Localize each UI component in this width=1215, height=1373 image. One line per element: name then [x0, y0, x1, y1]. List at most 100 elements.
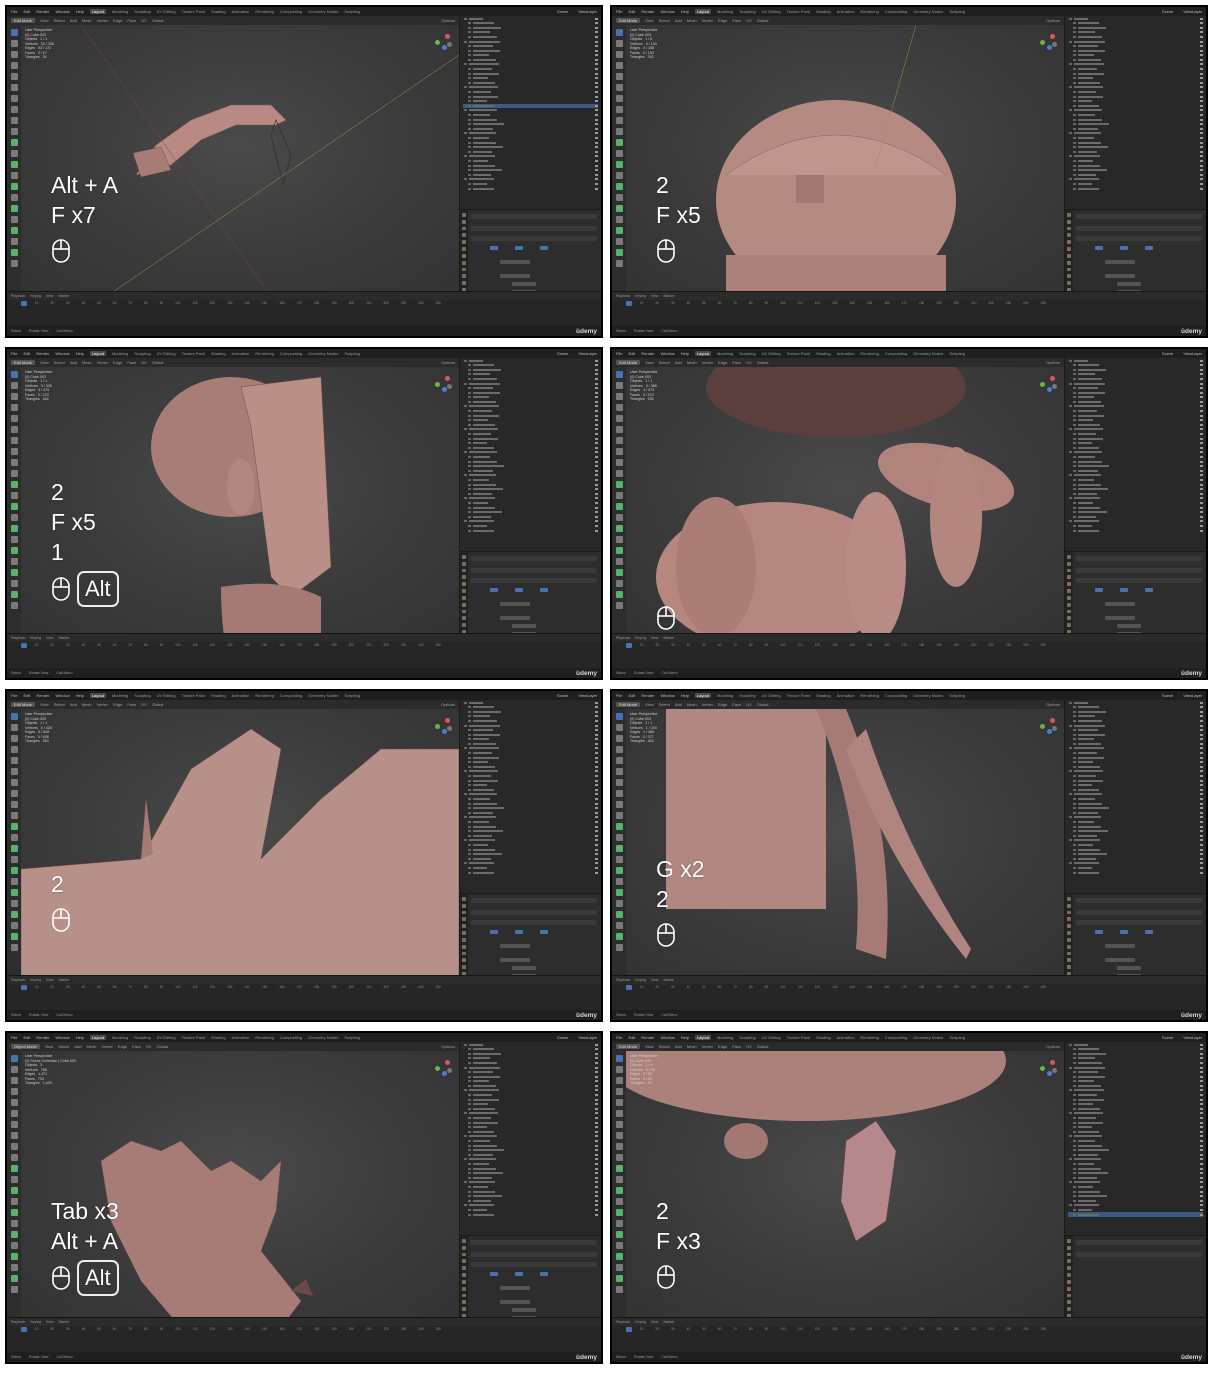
outliner-row[interactable] [1068, 1153, 1203, 1157]
header-menu-item[interactable]: Add [70, 360, 77, 365]
workspace-tab[interactable]: Modeling [112, 1035, 128, 1040]
outliner-twisty[interactable] [1073, 501, 1076, 504]
outliner-row[interactable] [1068, 1203, 1203, 1207]
timeline-ruler[interactable]: 0102030405060708090100110120130140150160… [626, 301, 1046, 306]
outliner-twisty[interactable] [1073, 118, 1076, 121]
outliner-twisty[interactable] [1073, 1144, 1076, 1147]
visibility-icon[interactable] [595, 423, 598, 426]
tool-icon[interactable] [615, 426, 623, 433]
outliner-twisty[interactable] [1073, 72, 1076, 75]
outliner-row[interactable] [463, 870, 598, 874]
header-menu-item[interactable]: Mesh [687, 1044, 697, 1049]
tool-icon[interactable] [10, 1220, 18, 1227]
workspace-tab[interactable]: Sculpting [134, 1035, 150, 1040]
timeline-menu-item[interactable]: Playback [616, 978, 630, 982]
workspace-tab[interactable]: Sculpting [739, 693, 755, 698]
outliner-twisty[interactable] [1069, 1043, 1072, 1046]
visibility-icon[interactable] [1200, 396, 1203, 399]
outliner-row[interactable] [1068, 58, 1203, 62]
outliner-twisty[interactable] [1069, 63, 1072, 66]
outliner-twisty[interactable] [468, 364, 471, 367]
outliner-twisty[interactable] [468, 465, 471, 468]
visibility-icon[interactable] [1200, 442, 1203, 445]
header-menu-item[interactable]: Vertex [101, 1044, 112, 1049]
tool-icon[interactable] [10, 779, 18, 786]
menu-item[interactable]: Edit [628, 9, 635, 14]
outliner-twisty[interactable] [468, 719, 471, 722]
outliner-twisty[interactable] [468, 820, 471, 823]
outliner-twisty[interactable] [468, 81, 471, 84]
outliner-row[interactable] [463, 710, 598, 714]
visibility-icon[interactable] [595, 91, 598, 94]
visibility-icon[interactable] [595, 373, 598, 376]
workspace-tab[interactable]: Modeling [112, 351, 128, 356]
header-menu-item[interactable]: View [40, 702, 49, 707]
outliner-twisty[interactable] [468, 377, 471, 380]
properties-tab-icon[interactable] [462, 240, 466, 245]
visibility-icon[interactable] [595, 1213, 598, 1216]
properties-tab-icon[interactable] [1067, 575, 1071, 580]
visibility-icon[interactable] [1200, 784, 1203, 787]
visibility-icon[interactable] [595, 446, 598, 449]
properties-tab-icon[interactable] [462, 1300, 466, 1305]
outliner-row[interactable] [1068, 427, 1203, 431]
playhead[interactable] [626, 1327, 632, 1332]
tool-icon[interactable] [10, 1198, 18, 1205]
workspace-tab[interactable]: Sculpting [739, 9, 755, 14]
modifier-field[interactable] [515, 930, 523, 934]
tool-icon[interactable] [10, 911, 18, 918]
visibility-icon[interactable] [595, 520, 598, 523]
outliner-row[interactable] [463, 35, 598, 39]
workspace-tab[interactable]: Geometry Nodes [308, 9, 338, 14]
visibility-icon[interactable] [1200, 40, 1203, 43]
visibility-icon[interactable] [1200, 1162, 1203, 1165]
timeline-menu-item[interactable]: View [651, 978, 659, 982]
tool-icon[interactable] [10, 249, 18, 256]
outliner-twisty[interactable] [464, 1158, 467, 1161]
outliner-row[interactable] [463, 409, 598, 413]
outliner-twisty[interactable] [1073, 100, 1076, 103]
mode-selector[interactable]: Edit Mode [11, 702, 36, 707]
outliner-twisty[interactable] [1069, 109, 1072, 112]
outliner-row[interactable] [463, 58, 598, 62]
options-menu[interactable]: Options [441, 18, 455, 23]
outliner-twisty[interactable] [468, 1117, 471, 1120]
outliner-twisty[interactable] [468, 387, 471, 390]
outliner-row[interactable] [463, 391, 598, 395]
visibility-icon[interactable] [595, 747, 598, 750]
outliner-twisty[interactable] [468, 1172, 471, 1175]
transform-orientation[interactable]: Global [757, 702, 769, 707]
outliner-row[interactable] [1068, 460, 1203, 464]
header-menu-item[interactable]: Vertex [97, 18, 108, 23]
workspace-tab[interactable]: Compositing [280, 9, 302, 14]
visibility-icon[interactable] [1200, 1057, 1203, 1060]
visibility-icon[interactable] [1200, 710, 1203, 713]
outliner-twisty[interactable] [1073, 1176, 1076, 1179]
tool-icon[interactable] [615, 823, 623, 830]
outliner-twisty[interactable] [468, 423, 471, 426]
tool-icon[interactable] [10, 415, 18, 422]
visibility-icon[interactable] [1200, 1176, 1203, 1179]
outliner-twisty[interactable] [1073, 761, 1076, 764]
properties-tab-icon[interactable] [462, 260, 466, 265]
workspace-tab[interactable]: Geometry Nodes [308, 693, 338, 698]
gizmo-axis[interactable] [1050, 34, 1055, 39]
menu-item[interactable]: Help [681, 1035, 689, 1040]
tool-icon[interactable] [10, 393, 18, 400]
mode-selector[interactable]: Object Mode [11, 1044, 40, 1049]
outliner-twisty[interactable] [468, 511, 471, 514]
visibility-icon[interactable] [595, 382, 598, 385]
tool-icon[interactable] [10, 183, 18, 190]
outliner-row[interactable] [1068, 136, 1203, 140]
visibility-icon[interactable] [1200, 377, 1203, 380]
header-menu-item[interactable]: UV [746, 18, 752, 23]
tool-icon[interactable] [615, 470, 623, 477]
visibility-icon[interactable] [595, 784, 598, 787]
outliner-row[interactable] [463, 122, 598, 126]
outliner-row[interactable] [1068, 21, 1203, 25]
visibility-icon[interactable] [595, 81, 598, 84]
menu-item[interactable]: Help [76, 351, 84, 356]
outliner-row[interactable] [1068, 99, 1203, 103]
tool-icon[interactable] [615, 900, 623, 907]
outliner-row[interactable] [1068, 17, 1203, 21]
